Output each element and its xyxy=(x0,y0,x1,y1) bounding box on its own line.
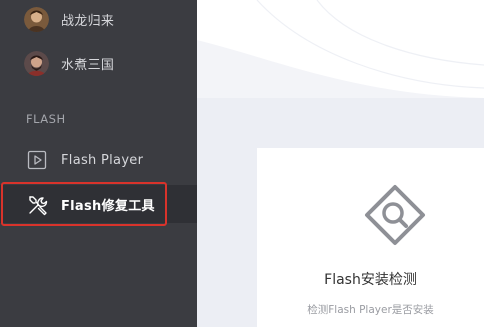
sidebar-item-flash-player[interactable]: Flash Player xyxy=(0,141,197,179)
sidebar: 战龙归来 水煮三国 FLASH Flash Player Flash修复工具 xyxy=(0,0,197,327)
tools-icon xyxy=(27,194,48,216)
play-icon xyxy=(27,150,47,170)
search-icon xyxy=(363,183,427,247)
sidebar-item-game-2[interactable]: 水煮三国 xyxy=(0,44,197,82)
sidebar-item-game-1[interactable]: 战龙归来 xyxy=(0,0,197,38)
sidebar-item-label: Flash Player xyxy=(61,152,144,168)
card-title: Flash安装检测 xyxy=(324,272,417,288)
sidebar-item-label: Flash修复工具 xyxy=(61,198,155,214)
avatar xyxy=(24,6,49,32)
app-window: 战龙归来 水煮三国 FLASH Flash Player Flash修复工具 F… xyxy=(0,0,484,327)
sidebar-item-label: 战龙归来 xyxy=(61,13,115,29)
banner xyxy=(197,0,484,98)
avatar xyxy=(24,50,49,76)
section-title-flash: FLASH xyxy=(26,112,66,126)
card-subtitle: 检测Flash Player是否安装 xyxy=(307,304,434,316)
sidebar-item-flash-repair-tool[interactable]: Flash修复工具 xyxy=(0,185,197,223)
sidebar-item-label: 水煮三国 xyxy=(61,57,115,73)
